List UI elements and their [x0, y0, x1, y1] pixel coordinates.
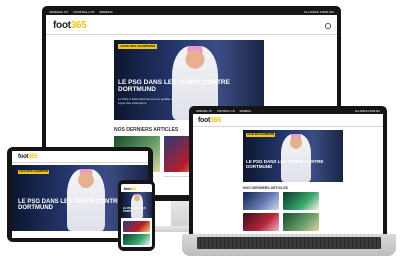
logo-mark: 365 [28, 154, 38, 160]
laptop-screen: ARSENAL FC FOOTBALL FR MONDIAL ALLIANCE … [193, 110, 383, 234]
search-icon[interactable] [325, 23, 331, 29]
desktop-topbar: ARSENAL FC FOOTBALL FR MONDIAL ALLIANCE … [46, 10, 337, 15]
laptop-topbar: ARSENAL FC FOOTBALL FR MONDIAL ALLIANCE … [193, 110, 383, 114]
desktop-hero-title[interactable]: LE PSG DANS LES TEMPS CONTRE DORTMUND [118, 79, 260, 94]
laptop-article-thumb[interactable] [243, 213, 279, 231]
hero-player-image [131, 194, 143, 218]
laptop-keyboard [197, 237, 381, 249]
phone-article-thumb[interactable] [123, 234, 150, 245]
laptop-header-divider [193, 126, 383, 127]
phone-article-thumb[interactable] [123, 221, 150, 232]
laptop-article-thumb[interactable] [283, 192, 319, 210]
desktop-header-divider [46, 34, 337, 35]
laptop-hero-title[interactable]: LE PSG DANS LES TEMPS CONTRE DORTMUND [246, 159, 340, 169]
topbar-item-1[interactable]: ARSENAL FC [49, 10, 68, 15]
laptop-article-thumb[interactable] [243, 192, 279, 210]
desktop-section-title: NOS DERNIERS ARTICLES [114, 127, 179, 133]
phone-hero[interactable]: LE PSG DANS LES TEMPS [121, 192, 152, 218]
tablet-header-divider [12, 162, 148, 163]
topbar-item-2[interactable]: FOOTBALL FR [73, 10, 94, 15]
phone-screen: foot365 LE PSG DANS LES TEMPS [121, 184, 152, 247]
logo-text: foot [198, 117, 211, 124]
topbar-item-3[interactable]: MONDIAL [240, 110, 252, 114]
tablet-logo[interactable]: foot365 [18, 154, 38, 160]
laptop-hero-tag: LIGUE DES CHAMPIONS [246, 133, 276, 137]
logo-mark: 365 [210, 117, 221, 124]
laptop-article-thumb[interactable] [283, 213, 319, 231]
hero-player-image [281, 134, 311, 182]
desktop-hero-sub: Le PSG a battu Dortmund et se qualifie e… [118, 97, 204, 105]
desktop-logo[interactable]: foot365 [53, 20, 87, 31]
desktop-hero-tag: LIGUE DES CHAMPIONS [118, 44, 158, 49]
logo-text: foot [18, 154, 29, 160]
topbar-right[interactable]: ALLIANCE CODE MA [355, 110, 380, 114]
topbar-item-3[interactable]: MONDIAL [99, 10, 113, 15]
laptop-hero[interactable]: LIGUE DES CHAMPIONS LE PSG DANS LES TEMP… [243, 130, 343, 182]
tablet-hero-tag: LIGUE DES CHAMPIONS [18, 170, 50, 174]
phone-hero-title[interactable]: LE PSG DANS LES TEMPS [123, 207, 151, 213]
topbar-right[interactable]: ALLIANCE CODE MA [304, 10, 334, 15]
topbar-item-1[interactable]: ARSENAL FC [196, 110, 212, 114]
laptop-logo[interactable]: foot365 [198, 117, 221, 124]
topbar-item-2[interactable]: FOOTBALL FR [217, 110, 235, 114]
logo-mark: 365 [70, 20, 87, 31]
phone-logo[interactable]: foot365 [124, 186, 136, 191]
logo-mark: 365 [130, 186, 137, 191]
laptop-section-title: NOS DERNIERS ARTICLES [243, 186, 288, 190]
logo-text: foot [53, 20, 71, 31]
